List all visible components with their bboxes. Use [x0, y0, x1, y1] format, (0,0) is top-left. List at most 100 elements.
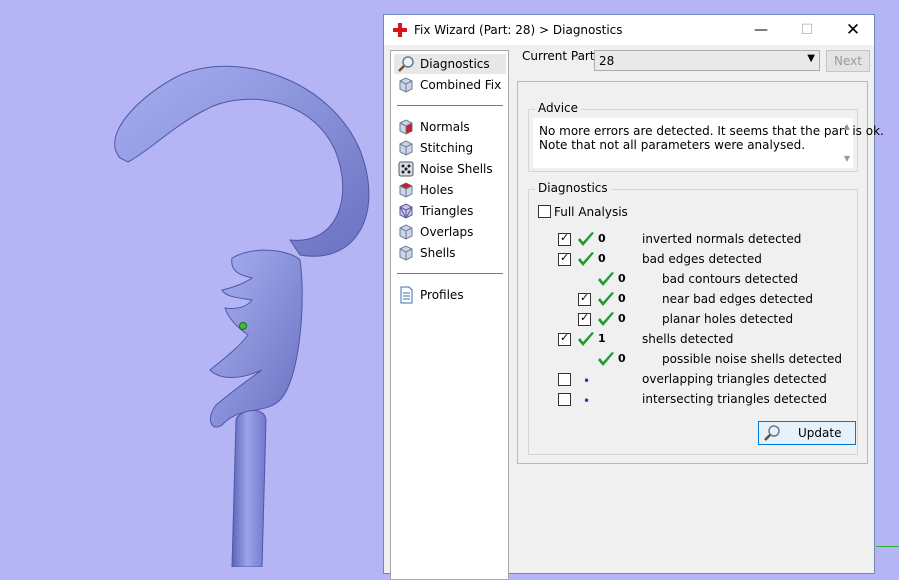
checkmark-icon: ✓ [580, 291, 590, 304]
checkmark-icon: ✓ [560, 231, 570, 244]
current-part-value: 28 [599, 54, 615, 68]
nav-label: Holes [420, 183, 454, 197]
diagnostic-row: 0 possible noise shells detected [529, 350, 859, 370]
advice-textbox[interactable]: No more errors are detected. It seems th… [533, 118, 884, 168]
update-label: Update [798, 426, 842, 440]
diagnostic-text: bad contours detected [662, 272, 798, 286]
cube-icon [399, 224, 413, 240]
diagnostic-text: near bad edges detected [662, 292, 813, 306]
red-cross-icon [393, 23, 407, 37]
nav-item-noise-shells[interactable]: Noise Shells [394, 159, 506, 179]
nav-label: Diagnostics [420, 57, 490, 71]
checkmark-icon: ✓ [560, 331, 570, 344]
diagnostic-count: 1 [598, 332, 606, 345]
diagnostic-checkbox[interactable]: ✓ [558, 251, 571, 266]
diagnostic-row: ✓ 0 inverted normals detected [529, 230, 859, 250]
magnifier-icon [398, 56, 414, 72]
diagnostic-count: 0 [598, 252, 606, 265]
diagnostics-title: Diagnostics [535, 181, 611, 195]
diagnostic-count: 0 [618, 292, 626, 305]
diagnostic-row: 0 bad contours detected [529, 270, 859, 290]
checkmark-icon: ✓ [560, 251, 570, 264]
nav-item-triangles[interactable]: Triangles [394, 201, 506, 221]
diagnostic-text: inverted normals detected [642, 232, 802, 246]
diagnostic-row: ✓ 0 near bad edges detected [529, 290, 859, 310]
nav-label: Noise Shells [420, 162, 493, 176]
diagnostic-checkbox[interactable] [558, 393, 571, 406]
cube-icon [399, 245, 413, 261]
nav-label: Normals [420, 120, 470, 134]
cube-red-face-icon [399, 182, 413, 198]
title-bar[interactable]: Fix Wizard (Part: 28) > Diagnostics — ☐ … [384, 15, 874, 45]
nav-item-normals[interactable]: Normals [394, 117, 506, 137]
current-part-label: Current Part: [522, 49, 599, 63]
advice-line: No more errors are detected. It seems th… [539, 124, 884, 138]
nav-label: Profiles [420, 288, 464, 302]
pending-dot-icon: • [583, 374, 591, 388]
nav-item-overlaps[interactable]: Overlaps [394, 222, 506, 242]
diagnostic-row: ✓ 1 shells detected [529, 330, 859, 350]
full-analysis-label: Full Analysis [554, 205, 628, 219]
diagnostic-count: 0 [618, 272, 626, 285]
diagnostic-text: planar holes detected [662, 312, 794, 326]
minimize-button[interactable]: — [738, 15, 784, 45]
chevron-down-icon: ▼ [807, 53, 815, 64]
nav-label: Triangles [420, 204, 474, 218]
diagnostic-checkbox[interactable] [558, 373, 571, 386]
diagnostic-row: • overlapping triangles detected [529, 370, 859, 390]
diagnostic-text: shells detected [642, 332, 734, 346]
advice-title: Advice [535, 101, 582, 115]
diagnostics-panel: Advice No more errors are detected. It s… [517, 81, 884, 464]
diagnostic-checkbox[interactable]: ✓ [558, 231, 571, 246]
green-check-icon [598, 352, 614, 366]
wizard-nav: Diagnostics Combined Fix Normals Stitchi… [390, 50, 509, 580]
advice-group: Advice No more errors are detected. It s… [528, 101, 884, 172]
cube-icon [399, 77, 413, 93]
diagnostic-checkbox[interactable]: ✓ [578, 291, 591, 306]
scroll-down-icon[interactable]: ▼ [844, 154, 850, 163]
next-button[interactable]: Next [826, 50, 870, 72]
green-check-icon [598, 272, 614, 286]
diagnostic-count: 0 [618, 352, 626, 365]
scroll-up-icon[interactable]: ▲ [844, 122, 850, 131]
nav-label: Overlaps [420, 225, 474, 239]
nav-item-diagnostics[interactable]: Diagnostics [394, 54, 506, 74]
green-check-icon [578, 232, 594, 246]
diagnostic-text: bad edges detected [642, 252, 762, 266]
nav-item-holes[interactable]: Holes [394, 180, 506, 200]
nav-label: Stitching [420, 141, 474, 155]
diagnostic-row: • intersecting triangles detected [529, 390, 859, 410]
full-analysis-checkbox[interactable] [538, 205, 551, 218]
nav-item-shells[interactable]: Shells [394, 243, 506, 263]
axis-indicator [876, 546, 899, 547]
advice-line: Note that not all parameters were analys… [539, 138, 806, 152]
diagnostic-count: 0 [598, 232, 606, 245]
magnifier-icon [764, 425, 780, 441]
diagnostics-group: Diagnostics Full Analysis ✓ 0 inverted nor… [528, 181, 859, 455]
current-part-select[interactable]: 28 ▼ [594, 50, 820, 71]
green-check-icon [598, 312, 614, 326]
green-check-icon [598, 292, 614, 306]
diagnostic-checkbox[interactable]: ✓ [578, 311, 591, 326]
nav-item-combined-fix[interactable]: Combined Fix [394, 75, 506, 95]
diagnostic-text: intersecting triangles detected [642, 392, 827, 406]
cube-triangles-icon [399, 203, 413, 219]
green-check-icon [578, 332, 594, 346]
update-button[interactable]: Update [758, 421, 856, 445]
diagnostic-text: possible noise shells detected [662, 352, 843, 366]
nav-label: Shells [420, 246, 456, 260]
pending-dot-icon: • [583, 394, 591, 408]
document-icon [400, 286, 413, 304]
diagnostic-row: ✓ 0 bad edges detected [529, 250, 859, 270]
diagnostic-checkbox[interactable]: ✓ [558, 331, 571, 346]
fix-wizard-dialog: Fix Wizard (Part: 28) > Diagnostics — ☐ … [383, 14, 884, 580]
green-check-icon [578, 252, 594, 266]
nav-label: Combined Fix [420, 78, 502, 92]
nav-item-profiles[interactable]: Profiles [394, 285, 506, 305]
maximize-button[interactable]: ☐ [784, 15, 830, 45]
window-title: Fix Wizard (Part: 28) > Diagnostics [414, 23, 623, 37]
close-button[interactable]: ✕ [830, 15, 876, 45]
checkmark-icon: ✓ [580, 311, 590, 324]
nav-item-stitching[interactable]: Stitching [394, 138, 506, 158]
cube-red-face-icon [399, 119, 413, 135]
